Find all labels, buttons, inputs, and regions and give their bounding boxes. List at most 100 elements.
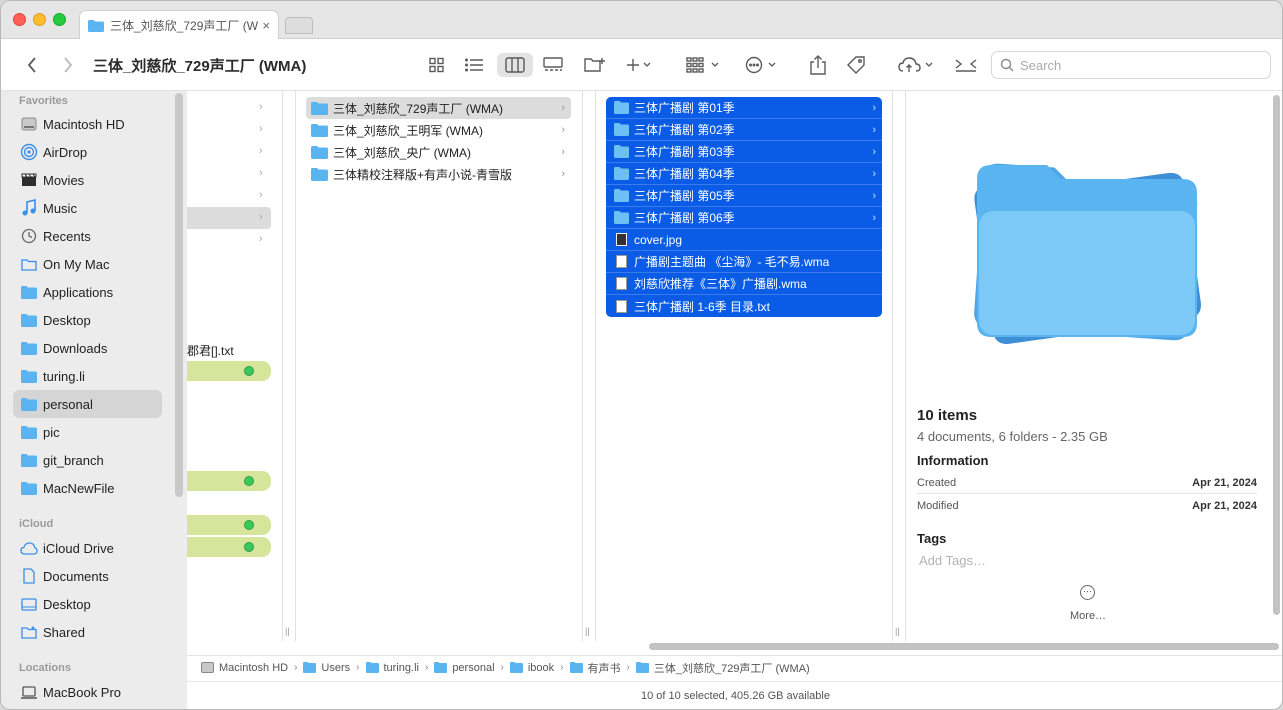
movies-icon bbox=[19, 171, 39, 189]
forward-button[interactable] bbox=[57, 53, 79, 77]
sidebar-item-airdrop[interactable]: AirDrop bbox=[13, 138, 162, 166]
breadcrumb-item[interactable]: 有声书 bbox=[569, 660, 621, 676]
sidebar-item-personal[interactable]: personal bbox=[13, 390, 162, 418]
folder-icon bbox=[88, 19, 104, 32]
ellipsis-circle-icon[interactable]: ··· bbox=[1080, 585, 1095, 600]
sidebar-item-music[interactable]: Music bbox=[13, 194, 162, 222]
sidebar-item-macbook-pro[interactable]: MacBook Pro bbox=[13, 678, 162, 706]
sidebar-item-applications[interactable]: Applications bbox=[13, 278, 162, 306]
list-item[interactable]: 三体广播剧 第04季 › bbox=[606, 163, 882, 185]
column-divider[interactable] bbox=[582, 91, 583, 641]
column-divider[interactable] bbox=[282, 91, 283, 641]
breadcrumb-item[interactable]: ibook bbox=[509, 662, 554, 674]
sidebar-item-turing-li[interactable]: turing.li bbox=[13, 362, 162, 390]
add-tags-field[interactable]: Add Tags… bbox=[919, 553, 986, 568]
list-item[interactable]: 三体广播剧 第03季 › bbox=[606, 141, 882, 163]
text-file-icon bbox=[616, 299, 627, 313]
sidebar-item-recents[interactable]: Recents bbox=[13, 222, 162, 250]
search-field[interactable] bbox=[991, 51, 1271, 79]
list-view-button[interactable] bbox=[462, 53, 486, 77]
tagged-row[interactable] bbox=[187, 361, 271, 381]
close-window-button[interactable] bbox=[13, 13, 26, 26]
sidebar-item-git-branch[interactable]: git_branch bbox=[13, 446, 162, 474]
sidebar-item-label: Downloads bbox=[43, 340, 108, 356]
breadcrumb-item[interactable]: Users bbox=[303, 662, 350, 674]
add-menu-button[interactable] bbox=[625, 53, 653, 77]
sidebar-item-downloads[interactable]: Downloads bbox=[13, 334, 162, 362]
column-view-button[interactable] bbox=[497, 53, 533, 77]
cloud-upload-icon bbox=[898, 57, 933, 72]
tagged-row[interactable] bbox=[187, 471, 271, 491]
sidebar-item-label: personal bbox=[43, 396, 93, 412]
file-name-fragment[interactable]: 郡君[].txt bbox=[187, 342, 234, 359]
breadcrumb-item[interactable]: turing.li bbox=[365, 662, 419, 674]
folder-icon bbox=[19, 255, 39, 273]
list-item[interactable]: 三体广播剧 第06季 › bbox=[606, 207, 882, 229]
tab-close-icon[interactable]: × bbox=[262, 18, 270, 33]
column-resize-handle[interactable]: || bbox=[285, 626, 290, 636]
column-divider[interactable] bbox=[892, 91, 893, 641]
sidebar-item-label: Desktop bbox=[43, 312, 91, 328]
list-item[interactable]: 广播剧主题曲 《尘海》- 毛不易.wma bbox=[606, 251, 882, 273]
breadcrumb-item[interactable]: 三体_刘慈欣_729声工厂 (WMA) bbox=[635, 660, 810, 676]
zoom-window-button[interactable] bbox=[53, 13, 66, 26]
horizontal-scrollbar[interactable] bbox=[649, 643, 1279, 650]
icon-view-button[interactable] bbox=[425, 53, 449, 77]
search-input[interactable] bbox=[1020, 57, 1250, 73]
icloud-button[interactable] bbox=[897, 53, 937, 77]
list-item[interactable]: 三体_刘慈欣_王明军 (WMA) › bbox=[306, 119, 571, 141]
tag-button[interactable] bbox=[845, 53, 867, 77]
list-item[interactable]: 三体精校注释版+有声小说-青雪版 › bbox=[306, 163, 571, 185]
chevron-right-icon: › bbox=[872, 167, 876, 180]
sidebar-item-on-my-mac[interactable]: On My Mac bbox=[13, 250, 162, 278]
action-menu-button[interactable] bbox=[744, 53, 780, 77]
chevron-right-icon: › bbox=[259, 145, 263, 157]
sidebar-item-macintosh-hd[interactable]: Macintosh HD bbox=[13, 110, 162, 138]
gallery-view-button[interactable] bbox=[541, 53, 565, 77]
sidebar-item-pic[interactable]: pic bbox=[13, 418, 162, 446]
list-item[interactable]: 三体广播剧 第01季 › bbox=[606, 97, 882, 119]
group-by-button[interactable] bbox=[685, 53, 723, 77]
chevron-right-icon: › bbox=[259, 211, 263, 223]
sidebar-item-movies[interactable]: Movies bbox=[13, 166, 162, 194]
new-folder-button[interactable] bbox=[583, 53, 607, 77]
breadcrumb-item[interactable]: Macintosh HD bbox=[201, 662, 288, 674]
vertical-scrollbar[interactable] bbox=[1273, 95, 1280, 615]
folder-icon bbox=[614, 189, 629, 202]
chevron-right-icon: › bbox=[561, 146, 565, 158]
list-item[interactable]: cover.jpg bbox=[606, 229, 882, 251]
path-bar: Macintosh HD › Users › turing.li › perso… bbox=[187, 655, 1282, 679]
image-file-icon bbox=[616, 233, 627, 246]
column-resize-handle[interactable]: || bbox=[895, 626, 900, 636]
list-item[interactable]: 三体_刘慈欣_729声工厂 (WMA) › bbox=[306, 97, 571, 119]
preview-summary: 4 documents, 6 folders - 2.35 GB bbox=[917, 429, 1108, 444]
list-item[interactable]: 三体广播剧 第05季 › bbox=[606, 185, 882, 207]
share-button[interactable] bbox=[807, 53, 829, 77]
sidebar-item-icloud-desktop[interactable]: Desktop bbox=[13, 590, 162, 618]
tagged-row[interactable] bbox=[187, 537, 271, 557]
sidebar-item-documents[interactable]: Documents bbox=[13, 562, 162, 590]
chevron-right-icon: › bbox=[259, 167, 263, 179]
sidebar-item-shared[interactable]: Shared bbox=[13, 618, 162, 646]
sidebar-scrollbar[interactable] bbox=[175, 93, 183, 497]
chevron-right-icon: › bbox=[500, 662, 504, 673]
sidebar-item-icloud-drive[interactable]: iCloud Drive bbox=[13, 534, 162, 562]
sidebar-item-desktop[interactable]: Desktop bbox=[13, 306, 162, 334]
tagged-row[interactable] bbox=[187, 515, 271, 535]
terminal-button[interactable] bbox=[953, 53, 979, 77]
minimize-window-button[interactable] bbox=[33, 13, 46, 26]
item-label: 三体广播剧 第01季 bbox=[634, 101, 735, 115]
list-item[interactable]: 三体_刘慈欣_央广 (WMA) › bbox=[306, 141, 571, 163]
more-button[interactable]: More… bbox=[1070, 610, 1106, 622]
breadcrumb-item[interactable]: personal bbox=[434, 662, 495, 674]
list-item[interactable]: 刘慈欣推荐《三体》广播剧.wma bbox=[606, 273, 882, 295]
back-button[interactable] bbox=[21, 53, 43, 77]
sidebar-item-macnewfile[interactable]: MacNewFile bbox=[13, 474, 162, 502]
tab-current[interactable]: 三体_刘慈欣_729声工厂 (WMA) × bbox=[79, 10, 279, 40]
list-item[interactable]: 三体广播剧 第02季 › bbox=[606, 119, 882, 141]
sidebar-item-label: Macintosh HD bbox=[43, 116, 125, 132]
new-tab-button[interactable] bbox=[285, 17, 313, 34]
list-item[interactable]: 三体广播剧 1-6季 目录.txt bbox=[606, 295, 882, 317]
column-resize-handle[interactable]: || bbox=[585, 626, 590, 636]
folder-icon bbox=[614, 145, 629, 158]
